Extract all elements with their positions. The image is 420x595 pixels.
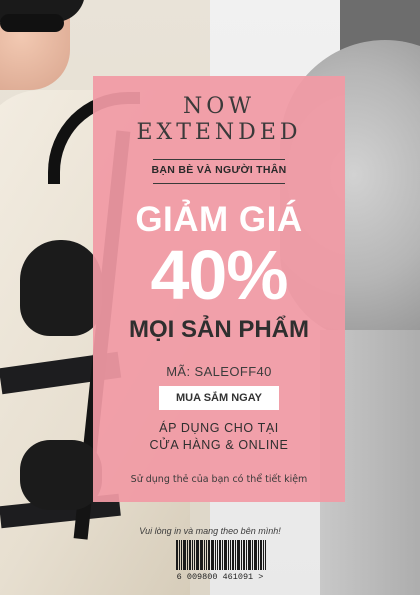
divider-line: [153, 183, 285, 184]
promo-content: NOW EXTENDED BẠN BÈ VÀ NGƯỜI THÂN GIẢM G…: [93, 76, 345, 502]
headline-now: NOW: [183, 94, 255, 119]
save-note: Sử dụng thẻ của bạn có thể tiết kiệm: [130, 474, 308, 485]
discount-label: GIẢM GIÁ: [135, 200, 303, 239]
headline-extended: EXTENDED: [136, 120, 302, 145]
flyer-page: NOW EXTENDED BẠN BÈ VÀ NGƯỜI THÂN GIẢM G…: [0, 0, 420, 595]
shop-now-button[interactable]: MUA SẮM NGAY: [159, 386, 279, 410]
barcode-number: 6 009800 461091 >: [176, 572, 264, 582]
discount-scope: MỌI SẢN PHẨM: [129, 316, 309, 343]
print-note: Vui lòng in và mang theo bên mình!: [139, 526, 281, 536]
audience-label: BẠN BÈ VÀ NGƯỜI THÂN: [151, 164, 287, 176]
discount-value: 40%: [150, 236, 288, 314]
apply-note-line1: ÁP DỤNG CHO TẠI: [159, 421, 279, 435]
barcode-icon: [176, 540, 267, 570]
divider-line: [153, 159, 285, 160]
glove-shape: [20, 440, 102, 510]
apply-note-line2: CỬA HÀNG & ONLINE: [149, 438, 289, 452]
promo-code: MÃ: SALEOFF40: [166, 364, 272, 379]
glove-shape: [20, 240, 102, 336]
sunglasses-shape: [0, 14, 64, 32]
